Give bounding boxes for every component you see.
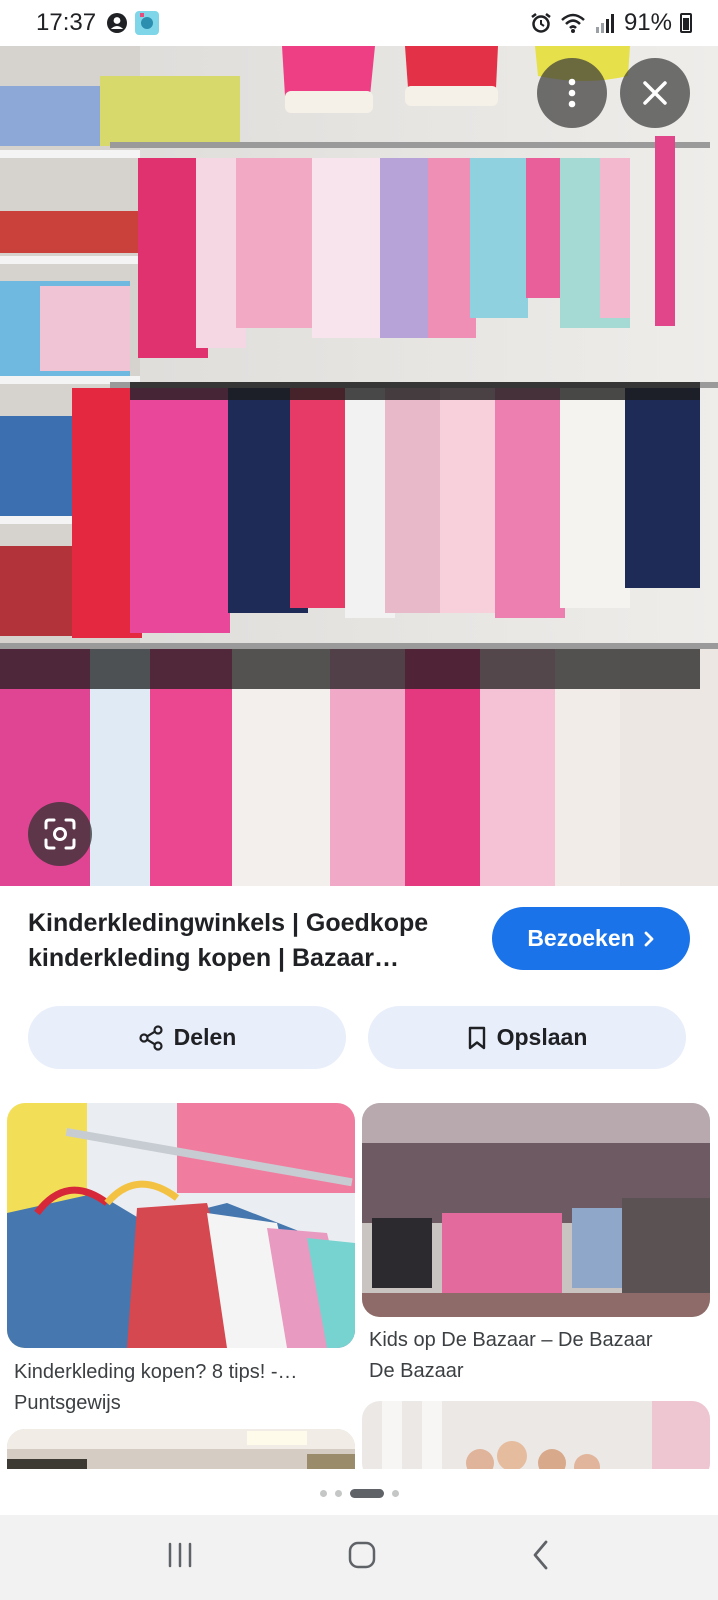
page-dot — [319, 1489, 327, 1497]
status-time: 17:37 — [36, 9, 97, 36]
related-card[interactable] — [7, 1429, 355, 1469]
app-notification-icon — [135, 11, 160, 35]
recent-apps-button[interactable] — [165, 1540, 195, 1575]
recent-apps-icon — [169, 1542, 192, 1568]
page-indicator — [0, 1478, 718, 1508]
close-button[interactable] — [620, 58, 690, 128]
save-button[interactable]: Opslaan — [368, 1006, 686, 1069]
page-dot — [334, 1489, 342, 1497]
related-card[interactable]: Kids op De Bazaar – De Bazaar De Bazaar — [362, 1103, 710, 1393]
related-card[interactable]: Kinderkleding kopen? 8 tips! -… Puntsgew… — [7, 1103, 355, 1423]
status-bar: 17:37 91% — [0, 0, 718, 46]
visit-label: Bezoeken — [527, 925, 635, 951]
lens-search-icon — [44, 818, 76, 850]
hero-image[interactable] — [0, 46, 718, 886]
clothing-store-photo — [0, 46, 718, 886]
related-card[interactable] — [362, 1401, 710, 1469]
related-title[interactable]: Kids op De Bazaar – De Bazaar — [369, 1329, 703, 1352]
share-icon — [139, 1024, 163, 1051]
battery-percent: 91% — [623, 9, 672, 36]
related-thumbnail[interactable] — [362, 1401, 710, 1469]
bookmark-icon — [468, 1026, 485, 1049]
related-images-grid: Kinderkleding kopen? 8 tips! -… Puntsgew… — [0, 1101, 718, 1469]
battery-icon — [680, 13, 692, 33]
signal-icon — [595, 14, 614, 33]
page-dot — [391, 1489, 399, 1497]
back-button[interactable] — [529, 1539, 553, 1576]
related-title[interactable]: Kinderkleding kopen? 8 tips! -… — [14, 1361, 348, 1384]
system-navigation-bar — [0, 1515, 718, 1600]
result-title[interactable]: Kinderkledingwinkels | Goedkope kinderkl… — [28, 906, 458, 976]
save-label: Opslaan — [496, 1024, 588, 1050]
home-button[interactable] — [346, 1539, 378, 1576]
home-icon — [348, 1541, 376, 1569]
chevron-right-icon — [644, 931, 654, 946]
back-icon — [533, 1540, 548, 1570]
page-dot-active — [349, 1488, 384, 1498]
related-thumbnail[interactable] — [7, 1103, 355, 1348]
close-icon — [643, 81, 667, 105]
share-button[interactable]: Delen — [28, 1006, 346, 1069]
share-label: Delen — [173, 1024, 237, 1050]
visit-button[interactable]: Bezoeken — [492, 907, 690, 970]
wifi-icon — [561, 13, 585, 33]
account-icon — [107, 13, 128, 33]
more-options-button[interactable] — [537, 58, 607, 128]
related-thumbnail[interactable] — [362, 1103, 710, 1317]
related-source: Puntsgewijs — [14, 1392, 121, 1414]
lens-search-button[interactable] — [28, 802, 92, 866]
more-vert-icon — [568, 78, 576, 108]
related-thumbnail[interactable] — [7, 1429, 355, 1469]
related-source: De Bazaar — [369, 1360, 464, 1382]
result-info: Kinderkledingwinkels | Goedkope kinderkl… — [0, 886, 718, 1101]
alarm-icon — [531, 13, 551, 33]
